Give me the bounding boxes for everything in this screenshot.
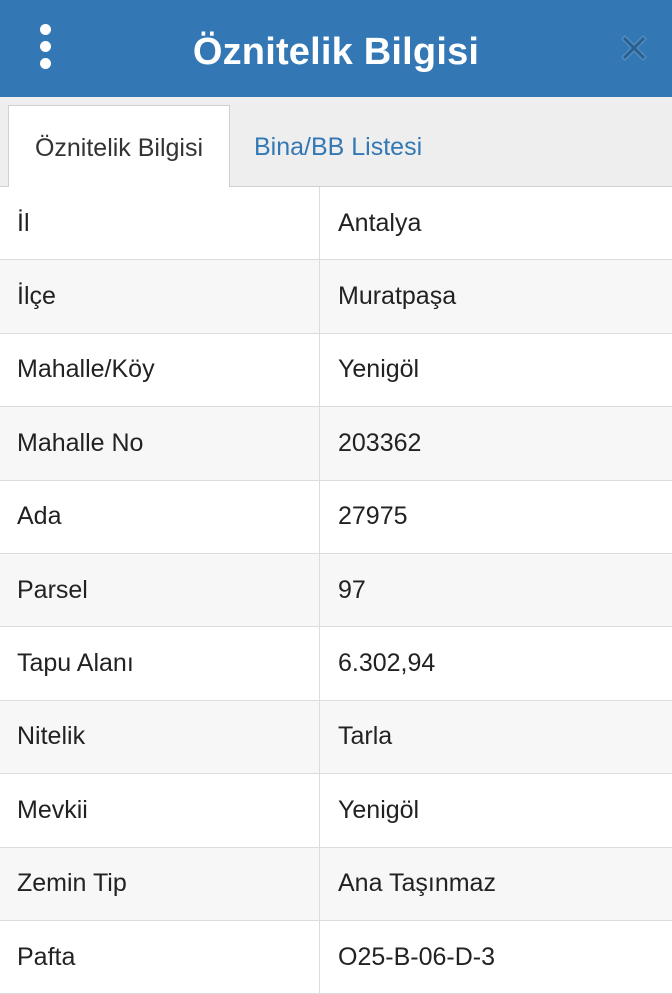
table-row: Mahalle No 203362 bbox=[0, 407, 672, 481]
tab-bar: Öznitelik Bilgisi Bina/BB Listesi bbox=[0, 97, 672, 187]
attribute-label: Mevkii bbox=[0, 774, 320, 847]
table-row: Pafta O25-B-06-D-3 bbox=[0, 920, 672, 994]
table-row: İlçe Muratpaşa bbox=[0, 260, 672, 334]
attribute-value: 27975 bbox=[338, 502, 408, 531]
close-icon[interactable] bbox=[614, 28, 654, 68]
header-bar: Öznitelik Bilgisi bbox=[0, 0, 672, 97]
attribute-value: Yenigöl bbox=[338, 795, 420, 824]
attribute-label: Parsel bbox=[0, 553, 320, 627]
attribute-label: Mahalle/Köy bbox=[0, 333, 320, 407]
table-row: Zemin Tip Ana Taşınmaz bbox=[0, 847, 672, 921]
tab-bina-bb-listesi[interactable]: Bina/BB Listesi bbox=[238, 105, 438, 186]
table-row: Mahalle/Köy Yenigöl bbox=[0, 333, 672, 408]
attribute-label: Nitelik bbox=[0, 700, 320, 774]
page-title: Öznitelik Bilgisi bbox=[192, 31, 480, 73]
attribute-value: 6.302,94 bbox=[338, 649, 436, 678]
table-row: Ada 27975 bbox=[0, 480, 672, 554]
attribute-label: İlçe bbox=[0, 260, 320, 333]
attribute-value: Ana Taşınmaz bbox=[338, 869, 496, 898]
tab-oznitelik-bilgisi[interactable]: Öznitelik Bilgisi bbox=[8, 105, 230, 187]
attribute-value: O25-B-06-D-3 bbox=[338, 942, 495, 971]
attribute-value: Muratpaşa bbox=[338, 282, 457, 311]
attribute-value: 97 bbox=[338, 575, 366, 604]
attribute-label: Ada bbox=[0, 480, 320, 553]
attribute-table: İl Antalya İlçe Muratpaşa Mahalle/Köy Ye… bbox=[0, 187, 672, 994]
attribute-label: İl bbox=[0, 187, 320, 260]
attribute-value: 203362 bbox=[338, 428, 422, 457]
table-row: Parsel 97 bbox=[0, 553, 672, 628]
attribute-label: Mahalle No bbox=[0, 407, 320, 480]
table-row: İl Antalya bbox=[0, 187, 672, 261]
table-row: Mevkii Yenigöl bbox=[0, 774, 672, 848]
attribute-label: Tapu Alanı bbox=[0, 627, 320, 700]
table-row: Nitelik Tarla bbox=[0, 700, 672, 775]
attribute-value: Antalya bbox=[338, 208, 422, 237]
attribute-label: Zemin Tip bbox=[0, 847, 320, 920]
attribute-value: Yenigöl bbox=[338, 355, 420, 384]
attribute-label: Pafta bbox=[0, 920, 320, 994]
table-row: Tapu Alanı 6.302,94 bbox=[0, 627, 672, 701]
attribute-value: Tarla bbox=[338, 722, 393, 751]
